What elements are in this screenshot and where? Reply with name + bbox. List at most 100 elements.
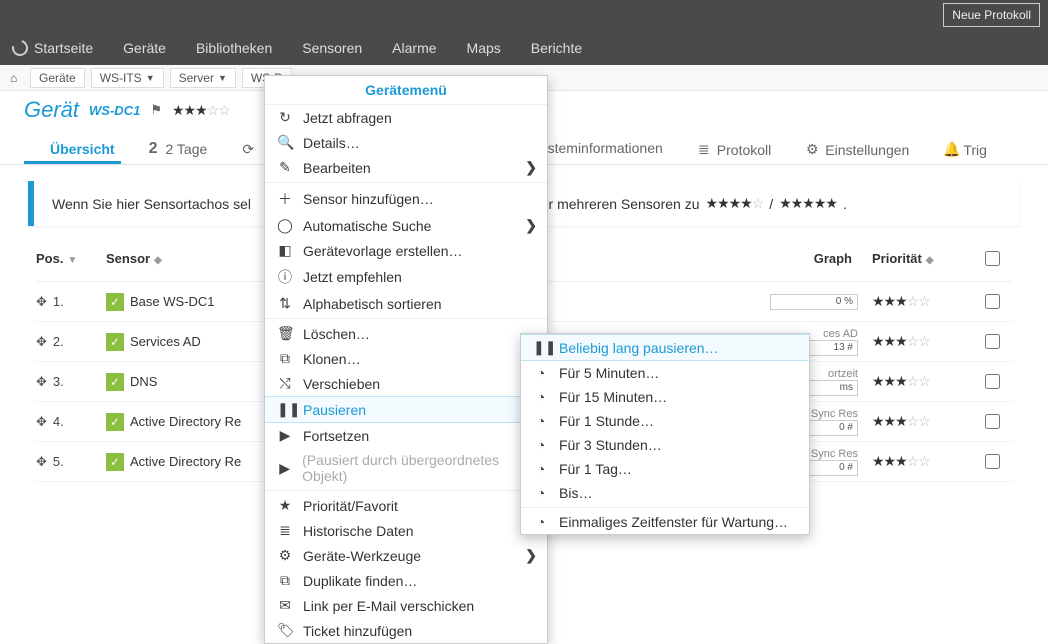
submenu-item[interactable]: ◔Für 5 Minuten…	[521, 361, 809, 385]
nav-libraries[interactable]: Bibliotheken	[196, 40, 272, 56]
crumb-devices[interactable]: Geräte	[30, 68, 85, 88]
tab-overview[interactable]: Übersicht	[24, 141, 121, 164]
ctx-item[interactable]: ⤭Verschieben❯	[265, 371, 547, 396]
row-priority[interactable]: ★★★☆☆	[872, 413, 930, 429]
ctx-item[interactable]: 🗑Löschen…	[265, 321, 547, 346]
sensor-name[interactable]: Active Directory Re	[130, 454, 241, 469]
ctx-item-icon: ❚❚	[277, 401, 293, 418]
row-checkbox[interactable]	[985, 294, 1000, 309]
submenu-item[interactable]: ◔Für 15 Minuten…	[521, 385, 809, 409]
ctx-item[interactable]: 🔍Details…	[265, 130, 547, 155]
home-icon[interactable]: ⌂	[10, 71, 24, 85]
row-priority[interactable]: ★★★☆☆	[872, 333, 930, 349]
ctx-item[interactable]: ❚❚Pausieren❯	[265, 396, 547, 423]
home-ring-icon	[9, 37, 31, 59]
row-checkbox[interactable]	[985, 414, 1000, 429]
submenu-item-label: Für 3 Stunden…	[559, 437, 662, 453]
ctx-item-label: Alphabetisch sortieren	[303, 296, 442, 312]
nav-devices[interactable]: Geräte	[123, 40, 166, 56]
tab-2days[interactable]: 22 Tage	[143, 140, 214, 164]
col-prio[interactable]: Priorität◆	[872, 251, 972, 266]
status-ok-icon: ✓	[106, 413, 124, 431]
device-rating[interactable]: ★★★☆☆	[172, 102, 230, 119]
submenu-item[interactable]: ◔Für 1 Tag…	[521, 457, 809, 481]
row-pos: 3.	[53, 374, 64, 389]
ctx-item-icon: ⧉	[277, 350, 293, 367]
pause-submenu[interactable]: ❚❚Beliebig lang pausieren…◔Für 5 Minuten…	[520, 333, 810, 535]
sensor-name[interactable]: Base WS-DC1	[130, 294, 215, 309]
row-priority[interactable]: ★★★☆☆	[872, 293, 930, 309]
move-handle-icon[interactable]: ✥	[36, 374, 47, 390]
ctx-item-label: Gerätevorlage erstellen…	[303, 243, 463, 259]
row-checkbox[interactable]	[985, 374, 1000, 389]
select-all-checkbox[interactable]	[985, 251, 1000, 266]
ctx-item[interactable]: ≣Historische Daten	[265, 518, 547, 543]
ctx-item[interactable]: ✉Link per E-Mail verschicken	[265, 593, 547, 618]
submenu-item-label: Für 15 Minuten…	[559, 389, 667, 405]
crumb-wsits[interactable]: WS-ITS ▼	[91, 68, 164, 88]
ctx-item[interactable]: 🏷Ticket hinzufügen	[265, 618, 547, 643]
new-log-button[interactable]: Neue Protokoll	[943, 3, 1040, 27]
submenu-item-label: Für 5 Minuten…	[559, 365, 659, 381]
tab-hidden1[interactable]: ⟳	[235, 141, 261, 164]
col-pos[interactable]: Pos.▼	[36, 251, 106, 266]
ctx-item[interactable]: ⚙Geräte-Werkzeuge❯	[265, 543, 547, 568]
submenu-item[interactable]: ❚❚ Beliebig lang pausieren…	[521, 334, 809, 361]
ctx-item[interactable]: ✎Bearbeiten❯	[265, 155, 547, 180]
row-checkbox[interactable]	[985, 334, 1000, 349]
submenu-item-label: Bis…	[559, 485, 592, 501]
tab-settings[interactable]: ⚙Einstellungen	[799, 141, 915, 164]
ctx-item-icon: ★	[277, 497, 293, 514]
tab-protocol[interactable]: ≣Protokoll	[691, 141, 777, 164]
ctx-item[interactable]: ◯Automatische Suche❯	[265, 213, 547, 238]
nav-sensors[interactable]: Sensoren	[302, 40, 362, 56]
graph-cell: 0 %	[746, 294, 872, 310]
ctx-item[interactable]: ★ Priorität/Favorit	[265, 493, 547, 518]
ctx-item-icon: 🏷	[277, 622, 293, 639]
ctx-item-label: Priorität/Favorit	[303, 498, 398, 514]
tab-trigger[interactable]: 🔔Trig	[937, 141, 993, 164]
ctx-item[interactable]: ⧉Duplikate finden…	[265, 568, 547, 593]
submenu-item-icon: ◔	[533, 437, 549, 453]
ctx-item[interactable]: ⧉Klonen…	[265, 346, 547, 371]
nav-start[interactable]: Startseite	[12, 40, 93, 56]
submenu-arrow-icon: ❯	[525, 217, 537, 234]
move-handle-icon[interactable]: ✥	[36, 414, 47, 430]
device-context-menu[interactable]: Gerätemenü ↻Jetzt abfragen🔍Details…✎Bear…	[264, 75, 548, 644]
ctx-item[interactable]: ⇅Alphabetisch sortieren	[265, 291, 547, 316]
row-checkbox[interactable]	[985, 454, 1000, 469]
move-handle-icon[interactable]: ✥	[36, 334, 47, 350]
ctx-item[interactable]: ＋Sensor hinzufügen…	[265, 185, 547, 213]
sensor-name[interactable]: DNS	[130, 374, 157, 389]
ctx-item[interactable]: ⓘJetzt empfehlen	[265, 263, 547, 291]
submenu-item-label: Für 1 Stunde…	[559, 413, 654, 429]
flag-icon[interactable]: ⚑	[150, 102, 162, 118]
ctx-item[interactable]: ↻Jetzt abfragen	[265, 105, 547, 130]
nav-maps[interactable]: Maps	[467, 40, 501, 56]
move-handle-icon[interactable]: ✥	[36, 454, 47, 470]
ctx-item-label: Jetzt empfehlen	[303, 269, 402, 285]
ctx-item-icon: 🗑	[277, 325, 293, 342]
nav-reports[interactable]: Berichte	[531, 40, 582, 56]
ctx-item[interactable]: ▶Fortsetzen	[265, 423, 547, 448]
sensor-name[interactable]: Services AD	[130, 334, 201, 349]
submenu-arrow-icon: ❯	[525, 547, 537, 564]
submenu-item[interactable]: ◔Für 1 Stunde…	[521, 409, 809, 433]
sensor-name[interactable]: Active Directory Re	[130, 414, 241, 429]
nav-alarms[interactable]: Alarme	[392, 40, 436, 56]
move-handle-icon[interactable]: ✥	[36, 294, 47, 310]
device-name: WS-DC1	[89, 103, 140, 118]
crumb-server[interactable]: Server ▼	[170, 68, 236, 88]
submenu-item-icon: ❚❚	[533, 339, 549, 356]
ctx-item-icon: ◧	[277, 242, 293, 259]
submenu-item[interactable]: ◔ Für 3 Stunden…	[521, 433, 809, 457]
col-graph[interactable]: Graph	[746, 251, 872, 266]
submenu-item-label: Einmaliges Zeitfenster für Wartung…	[559, 514, 788, 530]
submenu-item-label: Beliebig lang pausieren…	[559, 340, 719, 356]
list-icon: ≣	[697, 141, 711, 158]
submenu-item[interactable]: ◔Bis…	[521, 481, 809, 505]
ctx-item[interactable]: ◧ Gerätevorlage erstellen…	[265, 238, 547, 263]
row-priority[interactable]: ★★★☆☆	[872, 453, 930, 469]
row-priority[interactable]: ★★★☆☆	[872, 373, 930, 389]
submenu-item[interactable]: ◔Einmaliges Zeitfenster für Wartung…	[521, 510, 809, 534]
